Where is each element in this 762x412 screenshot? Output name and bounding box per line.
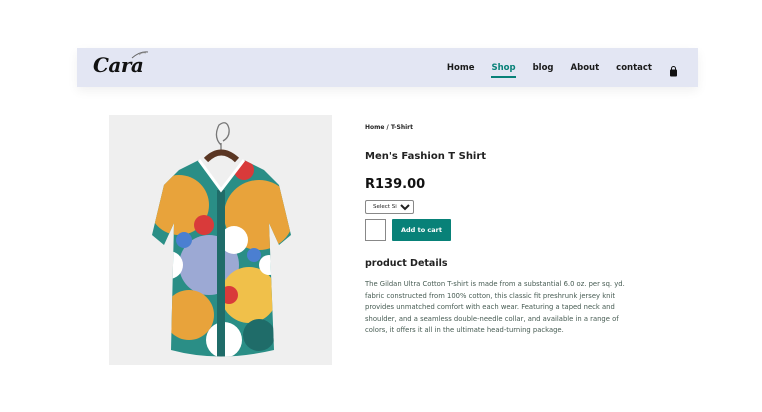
brand-logo[interactable]: Cara xyxy=(93,51,149,77)
nav-home[interactable]: Home xyxy=(447,63,475,73)
site-header: Cara Home Shop blog About contact xyxy=(77,48,698,87)
nav-contact[interactable]: contact xyxy=(616,63,652,73)
product-image[interactable] xyxy=(109,115,332,365)
breadcrumb[interactable]: Home / T-Shirt xyxy=(365,124,630,131)
nav-blog[interactable]: blog xyxy=(533,63,554,73)
shirt-illustration xyxy=(152,122,291,357)
cart-row: Add to cart xyxy=(365,219,630,241)
main-nav: Home Shop blog About contact xyxy=(430,48,678,87)
quantity-input[interactable] xyxy=(365,219,386,241)
product-details: Home / T-Shirt Men's Fashion T Shirt R13… xyxy=(365,124,630,337)
add-to-cart-button[interactable]: Add to cart xyxy=(392,219,451,241)
size-select[interactable]: Select Size xyxy=(365,200,414,214)
leaf-icon xyxy=(131,51,149,59)
nav-shop[interactable]: Shop xyxy=(491,63,516,78)
details-heading: product Details xyxy=(365,258,448,269)
product-description: The Gildan Ultra Cotton T-shirt is made … xyxy=(365,280,625,334)
shopping-bag-icon[interactable] xyxy=(669,62,678,77)
product-price: R139.00 xyxy=(365,177,426,192)
product-title: Men's Fashion T Shirt xyxy=(365,151,487,162)
nav-about[interactable]: About xyxy=(571,63,600,73)
